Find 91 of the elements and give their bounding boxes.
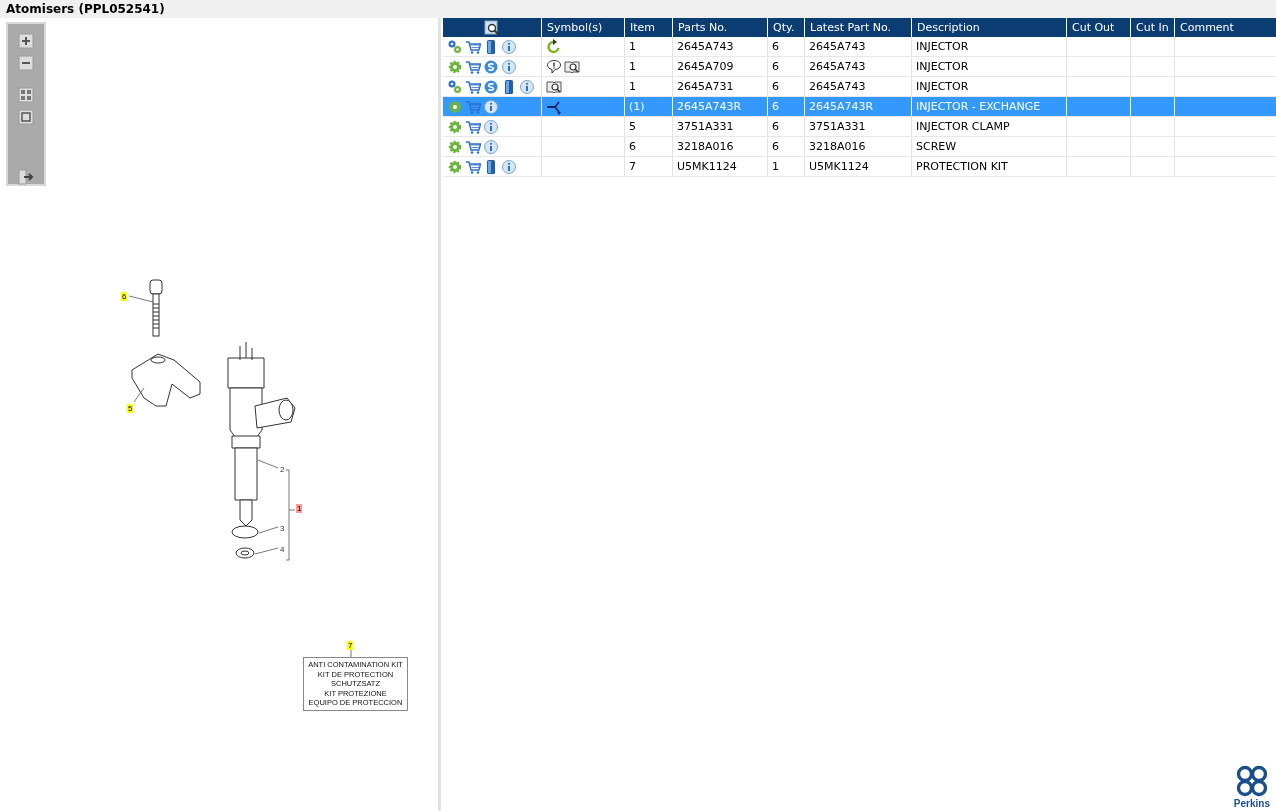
bolt-drawing — [149, 279, 163, 337]
column-header[interactable]: Latest Part No. — [804, 18, 912, 37]
table-cell: 2645A731 — [672, 76, 768, 97]
table-cell: 3751A331 — [672, 116, 768, 137]
logo-text: Perkins — [1233, 798, 1270, 809]
column-header[interactable]: Cut In — [1130, 18, 1175, 37]
window-title: Atomisers (PPL052541) — [6, 2, 165, 16]
zoom-out-icon[interactable] — [18, 55, 34, 71]
table-cell: 2645A709 — [672, 56, 768, 77]
table-cell: 3218A016 — [672, 136, 768, 157]
table-cell: INJECTOR — [911, 37, 1067, 57]
leader-line — [258, 526, 279, 534]
info-icon[interactable] — [483, 138, 499, 155]
table-cell: 6 — [767, 37, 805, 57]
info-icon[interactable] — [483, 98, 499, 115]
table-cell: 2645A743 — [804, 76, 912, 97]
column-header[interactable]: Symbol(s) — [541, 18, 625, 37]
table-cell: U5MK1124 — [672, 156, 768, 177]
table-cell: 1 — [767, 156, 805, 177]
column-header[interactable]: Comment — [1174, 18, 1276, 37]
cart-icon[interactable] — [465, 38, 481, 55]
table-cell: 1 — [624, 56, 673, 77]
knot-logo-icon — [1234, 764, 1269, 798]
info-icon[interactable] — [501, 58, 517, 75]
book-magnifier-icon — [546, 78, 562, 95]
gear-icon[interactable] — [447, 58, 463, 75]
square-icon[interactable] — [18, 109, 34, 125]
clamp-drawing — [131, 353, 201, 407]
leader-line — [254, 547, 279, 555]
leader-line — [128, 295, 154, 303]
table-cell: 6 — [767, 56, 805, 77]
gears-icon[interactable] — [447, 78, 463, 95]
cart-icon[interactable] — [465, 58, 481, 75]
info-icon[interactable] — [519, 78, 535, 95]
table-cell: 3218A016 — [804, 136, 912, 157]
zoom-in-icon[interactable] — [18, 33, 34, 49]
coin-icon[interactable] — [483, 78, 499, 95]
speech-alert-icon — [546, 58, 562, 75]
cart-icon[interactable] — [465, 158, 481, 175]
table-cell: 6 — [767, 76, 805, 97]
grid-icon[interactable] — [18, 87, 34, 103]
gear-icon[interactable] — [447, 158, 463, 175]
table-cell: PROTECTION KIT — [911, 156, 1067, 177]
table-cell: 2645A743 — [804, 56, 912, 77]
part-number-label: 4 — [280, 545, 285, 554]
cart-icon[interactable] — [465, 118, 481, 135]
o-ring-drawing — [231, 525, 259, 539]
column-header[interactable]: Qty. — [767, 18, 805, 37]
leader-line — [257, 459, 279, 469]
table-cell: 1 — [624, 37, 673, 57]
info-icon[interactable] — [501, 38, 517, 55]
info-icon[interactable] — [483, 118, 499, 135]
gear-icon[interactable] — [447, 118, 463, 135]
table-cell: 1 — [624, 76, 673, 97]
table-cell: 7 — [624, 156, 673, 177]
callout-number[interactable]: 6 — [121, 292, 128, 301]
table-cell: INJECTOR — [911, 56, 1067, 77]
gears-icon[interactable] — [447, 38, 463, 55]
column-header[interactable]: Item — [624, 18, 673, 37]
gear-icon[interactable] — [447, 98, 463, 115]
column-header[interactable]: Cut Out — [1066, 18, 1131, 37]
table-cell: 2645A743 — [672, 37, 768, 57]
table-cell: 6 — [767, 116, 805, 137]
table-cell: SCREW — [911, 136, 1067, 157]
table-cell: 6 — [767, 136, 805, 157]
callout-number[interactable]: 1 — [296, 504, 303, 513]
washer-drawing — [235, 547, 255, 559]
leader-line — [350, 649, 352, 658]
callout-number[interactable]: 5 — [127, 404, 134, 413]
coin-icon[interactable] — [483, 58, 499, 75]
leader-line — [133, 387, 145, 403]
table-cell: U5MK1124 — [804, 156, 912, 177]
part-number-label: 3 — [280, 524, 285, 533]
gear-icon[interactable] — [447, 138, 463, 155]
callout-number[interactable]: 7 — [347, 641, 354, 650]
rotate-arrow-icon — [546, 38, 562, 55]
search-icon[interactable] — [484, 19, 500, 36]
table-cell: INJECTOR CLAMP — [911, 116, 1067, 137]
table-cell: 3751A331 — [804, 116, 912, 137]
table-cell: 5 — [624, 116, 673, 137]
column-header[interactable]: Description — [911, 18, 1067, 37]
table-cell: INJECTOR — [911, 76, 1067, 97]
book-magnifier-icon — [564, 58, 580, 75]
table-cell: 6 — [624, 136, 673, 157]
cart-icon[interactable] — [465, 78, 481, 95]
export-icon[interactable] — [18, 169, 34, 185]
info-icon[interactable] — [501, 158, 517, 175]
cart-icon[interactable] — [465, 138, 481, 155]
column-header[interactable]: Parts No. — [672, 18, 768, 37]
table-cell: 2645A743 — [804, 37, 912, 57]
part-number-label: 2 — [280, 465, 285, 474]
